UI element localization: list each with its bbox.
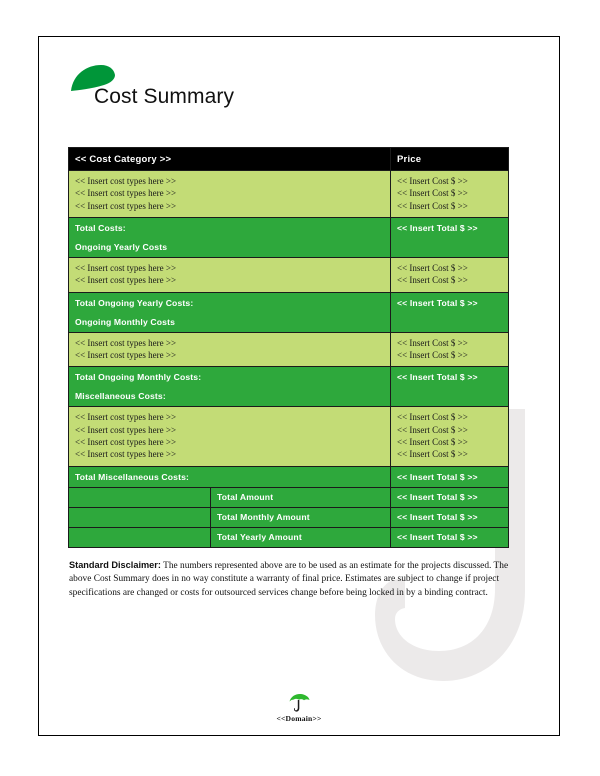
list-item-price: << Insert Cost $ >> — [397, 188, 468, 199]
items-block: << Insert cost types here >> << Insert c… — [67, 406, 510, 467]
footer-domain-text: <<Domain>> — [276, 714, 322, 723]
summary-row: Total Yearly Amount << Insert Total $ >> — [68, 526, 510, 548]
disclaimer: Standard Disclaimer: The numbers represe… — [69, 559, 513, 600]
items-labels-cell: << Insert cost types here >> << Insert c… — [67, 256, 392, 293]
list-item-price: << Insert Cost $ >> — [397, 337, 468, 348]
list-item-price: << Insert Cost $ >> — [397, 176, 468, 186]
list-item-price: << Insert Cost $ >> — [397, 349, 468, 360]
header-price: Price — [390, 147, 510, 171]
list-item: << Insert cost types here >> — [75, 176, 177, 186]
list-item-price: << Insert Cost $ >> — [397, 424, 468, 435]
items-block: << Insert cost types here >> << Insert c… — [67, 256, 510, 293]
items-labels-cell: << Insert cost types here >> << Insert c… — [67, 406, 392, 467]
items-prices-cell: << Insert Cost $ >> << Insert Cost $ >> … — [390, 406, 510, 467]
total-label-cell: Total Ongoing Yearly Costs: Ongoing Mont… — [67, 291, 392, 333]
table-header-row: << Cost Category >> Price — [67, 147, 510, 171]
total-label-cell: Total Ongoing Monthly Costs: Miscellaneo… — [67, 366, 392, 408]
total-row: Total Costs: Ongoing Yearly Costs << Ins… — [67, 216, 510, 258]
items-prices-cell: << Insert Cost $ >> << Insert Cost $ >> — [390, 256, 510, 293]
umbrella-icon — [289, 693, 310, 712]
summary-blank-cell — [68, 506, 211, 528]
list-item: << Insert cost types here >> — [75, 412, 177, 423]
total-value: << Insert Total $ >> — [390, 216, 510, 258]
total-value: << Insert Total $ >> — [390, 465, 510, 488]
list-item-price: << Insert Cost $ >> — [397, 436, 468, 447]
summary-blank-cell — [68, 526, 211, 548]
total-value: << Insert Total $ >> — [390, 366, 510, 408]
total-label: Total Ongoing Yearly Costs: — [75, 297, 194, 308]
summary-blank-cell — [68, 486, 211, 508]
list-item: << Insert cost types here >> — [75, 275, 177, 286]
list-item: << Insert cost types here >> — [75, 424, 177, 435]
summary-label: Total Monthly Amount — [209, 506, 392, 528]
summary-value: << Insert Total $ >> — [390, 486, 510, 508]
items-block: << Insert cost types here >> << Insert c… — [67, 170, 510, 218]
section-heading: Ongoing Yearly Costs — [75, 241, 168, 252]
list-item-price: << Insert Cost $ >> — [397, 412, 468, 423]
section-heading: Miscellaneous Costs: — [75, 391, 166, 402]
items-labels-cell: << Insert cost types here >> << Insert c… — [67, 170, 392, 218]
total-label: Total Miscellaneous Costs: — [75, 471, 190, 482]
cost-summary-table: << Cost Category >> Price << Insert cost… — [67, 147, 510, 548]
total-row: Total Ongoing Yearly Costs: Ongoing Mont… — [67, 291, 510, 333]
total-label-cell: Total Miscellaneous Costs: — [67, 465, 392, 488]
items-prices-cell: << Insert Cost $ >> << Insert Cost $ >> … — [390, 170, 510, 218]
total-label: Total Ongoing Monthly Costs: — [75, 372, 202, 383]
items-block: << Insert cost types here >> << Insert c… — [67, 331, 510, 368]
summary-value: << Insert Total $ >> — [390, 526, 510, 548]
items-labels-cell: << Insert cost types here >> << Insert c… — [67, 331, 392, 368]
total-row: Total Miscellaneous Costs: << Insert Tot… — [67, 465, 510, 488]
list-item: << Insert cost types here >> — [75, 200, 177, 211]
total-label-cell: Total Costs: Ongoing Yearly Costs — [67, 216, 392, 258]
document-page: Cost Summary << Cost Category >> Price <… — [38, 36, 560, 736]
list-item: << Insert cost types here >> — [75, 188, 177, 199]
list-item: << Insert cost types here >> — [75, 436, 177, 447]
summary-value: << Insert Total $ >> — [390, 506, 510, 528]
list-item: << Insert cost types here >> — [75, 262, 177, 273]
items-prices-cell: << Insert Cost $ >> << Insert Cost $ >> — [390, 331, 510, 368]
section-heading: Ongoing Monthly Costs — [75, 316, 176, 327]
list-item: << Insert cost types here >> — [75, 449, 177, 460]
page-title: Cost Summary — [94, 85, 235, 108]
list-item: << Insert cost types here >> — [75, 337, 177, 348]
page-footer: <<Domain>> — [39, 693, 559, 723]
header-cost-category: << Cost Category >> — [67, 147, 392, 171]
disclaimer-heading: Standard Disclaimer: — [69, 560, 161, 570]
list-item-price: << Insert Cost $ >> — [397, 449, 468, 460]
summary-label: Total Amount — [209, 486, 392, 508]
summary-row: Total Monthly Amount << Insert Total $ >… — [68, 506, 510, 528]
list-item: << Insert cost types here >> — [75, 349, 177, 360]
total-row: Total Ongoing Monthly Costs: Miscellaneo… — [67, 366, 510, 408]
list-item-price: << Insert Cost $ >> — [397, 275, 468, 286]
total-label: Total Costs: — [75, 222, 126, 233]
summary-label: Total Yearly Amount — [209, 526, 392, 548]
summary-row: Total Amount << Insert Total $ >> — [68, 486, 510, 508]
list-item-price: << Insert Cost $ >> — [397, 262, 468, 273]
total-value: << Insert Total $ >> — [390, 291, 510, 333]
list-item-price: << Insert Cost $ >> — [397, 200, 468, 211]
